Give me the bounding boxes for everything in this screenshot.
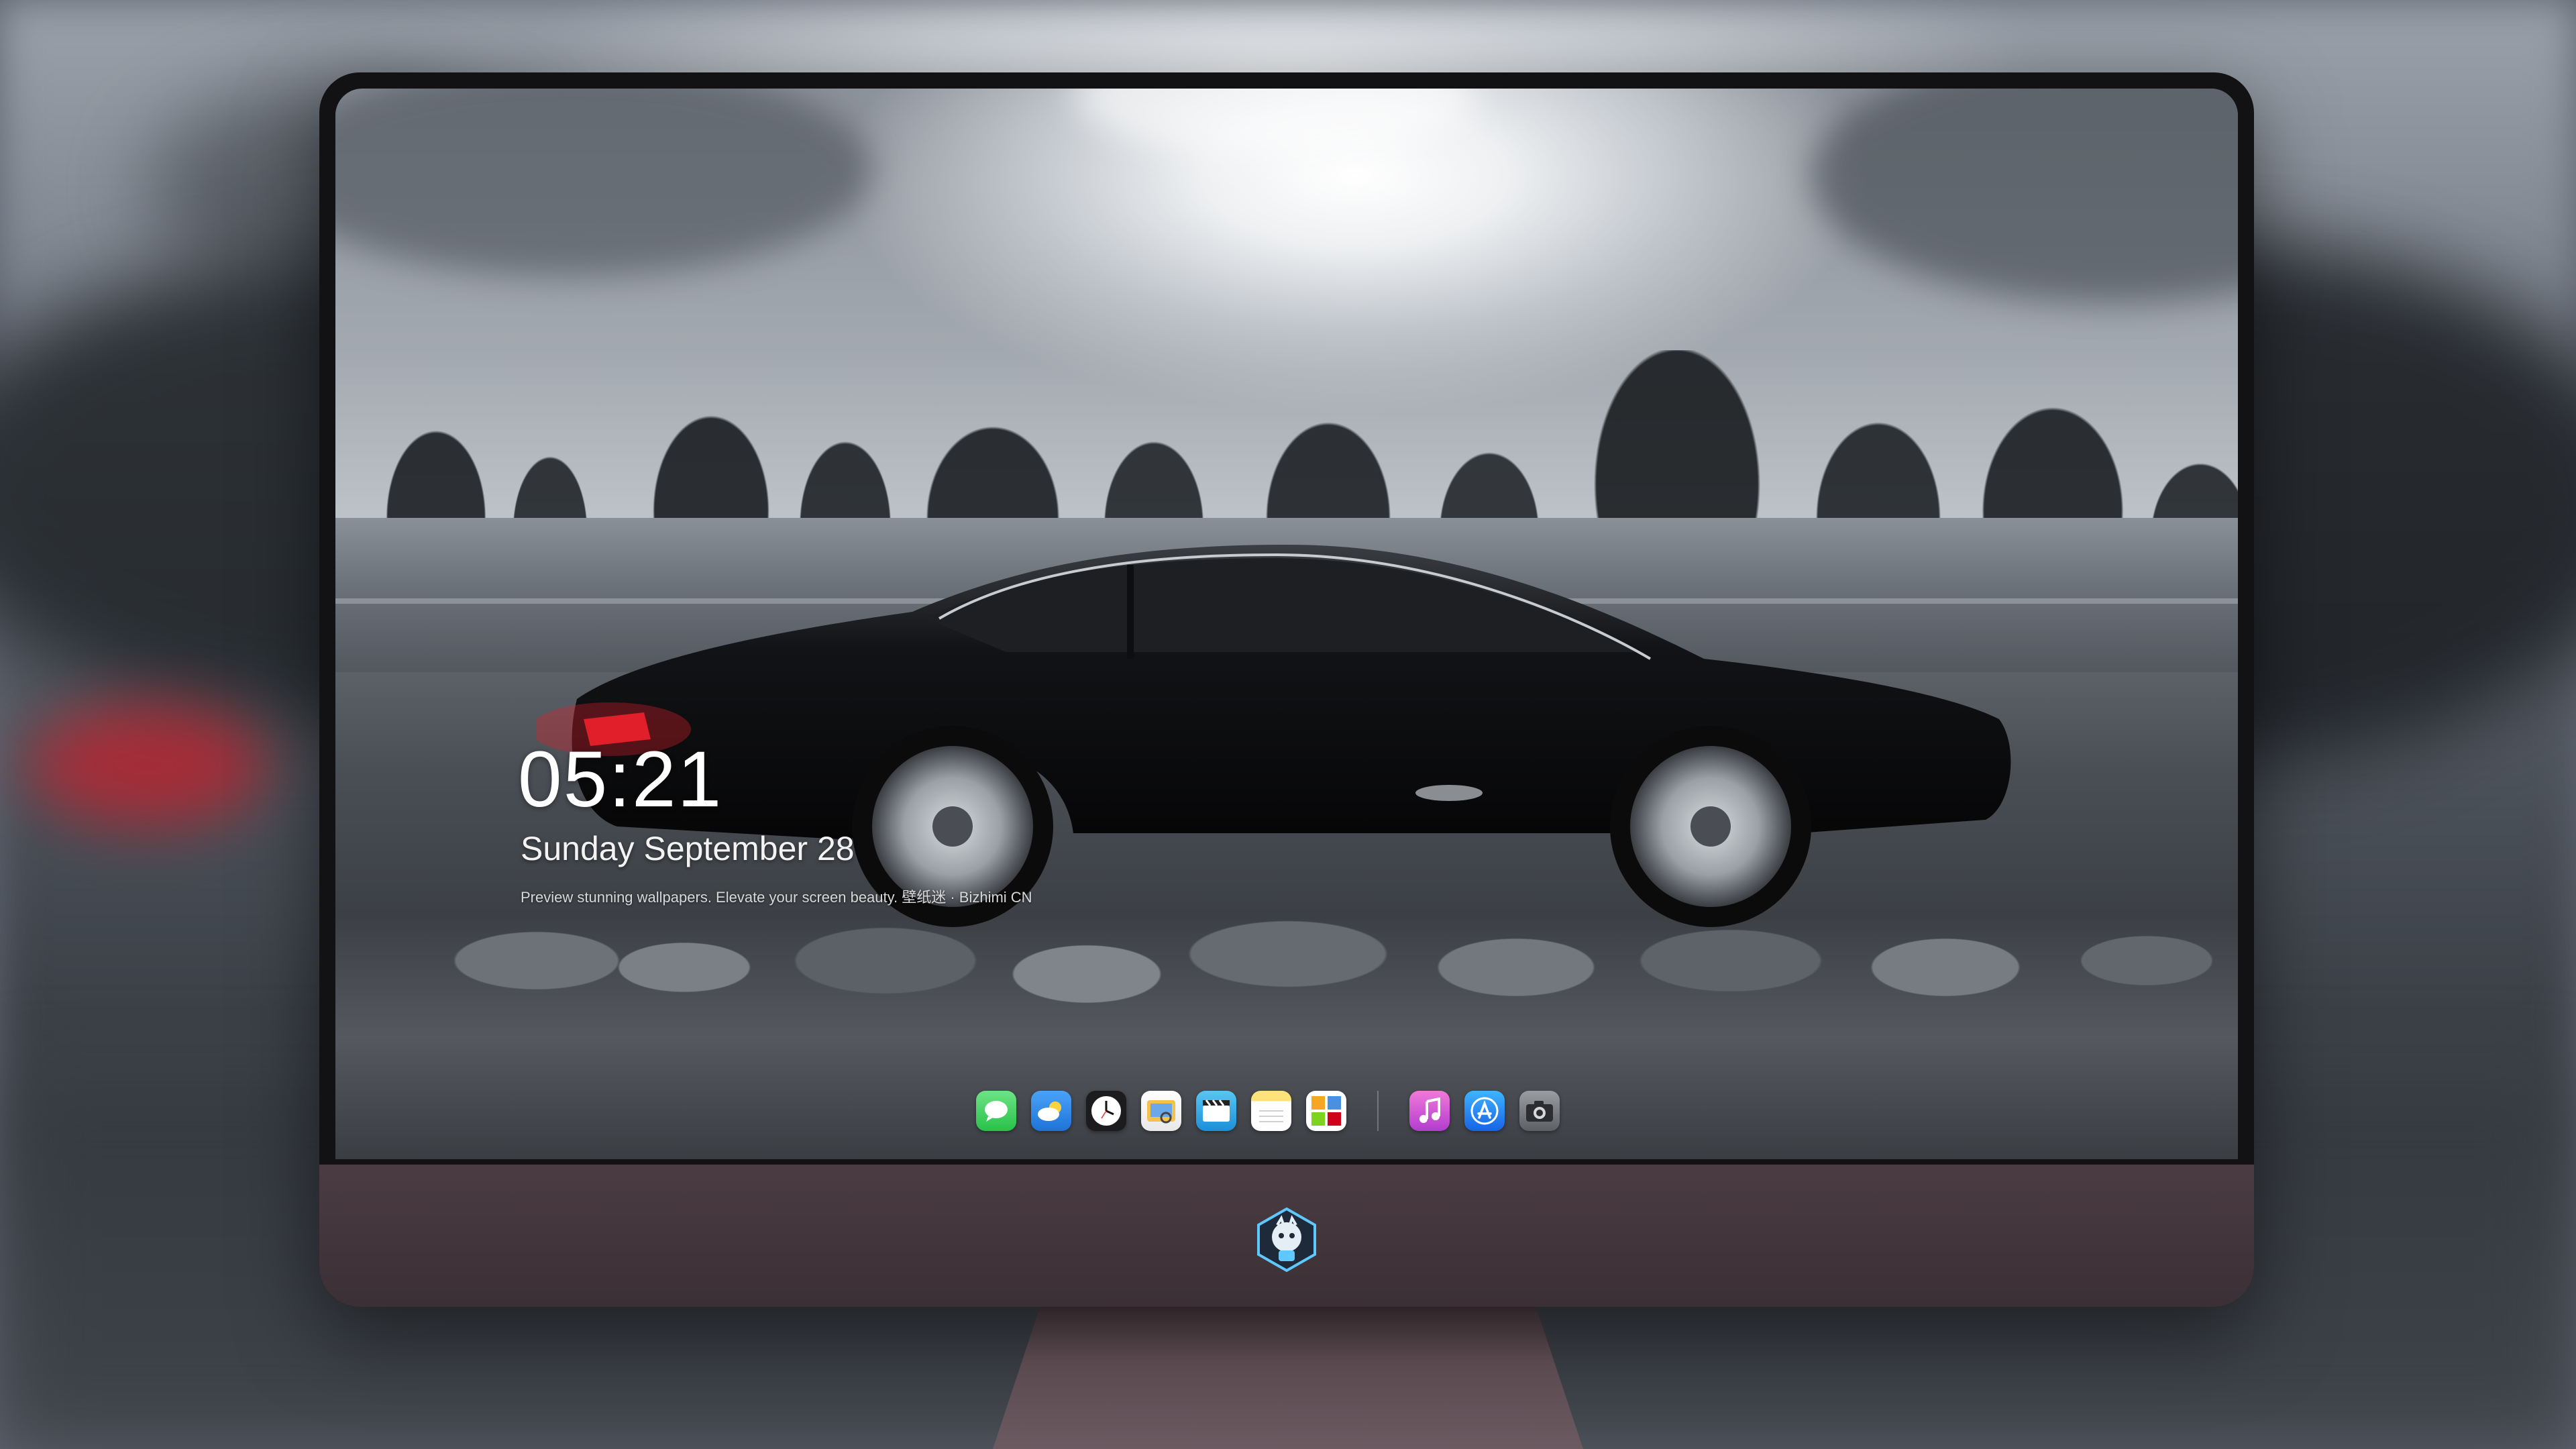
lock-screen-date: Sunday September 28 <box>521 830 855 867</box>
screen: 05:21 Sunday September 28 Preview stunni… <box>335 89 2238 1159</box>
camera-icon[interactable] <box>1519 1091 1560 1131</box>
notes-icon[interactable] <box>1251 1091 1291 1131</box>
photo-booth-icon[interactable] <box>1306 1091 1346 1131</box>
monitor-stand <box>993 1307 1583 1449</box>
videos-icon[interactable] <box>1196 1091 1236 1131</box>
music-icon[interactable] <box>1409 1091 1450 1131</box>
dock-separator <box>1377 1091 1379 1131</box>
weather-icon[interactable] <box>1031 1091 1071 1131</box>
dock <box>976 1085 1560 1136</box>
wallpaper-caption: Preview stunning wallpapers. Elevate you… <box>521 889 1032 906</box>
preview-icon[interactable] <box>1141 1091 1181 1131</box>
mascot-logo-icon <box>1257 1207 1316 1273</box>
clock-icon[interactable] <box>1086 1091 1126 1131</box>
app-store-icon[interactable] <box>1464 1091 1505 1131</box>
monitor: 05:21 Sunday September 28 Preview stunni… <box>319 72 2254 1307</box>
messages-icon[interactable] <box>976 1091 1016 1131</box>
lock-screen-time: 05:21 <box>518 735 723 824</box>
